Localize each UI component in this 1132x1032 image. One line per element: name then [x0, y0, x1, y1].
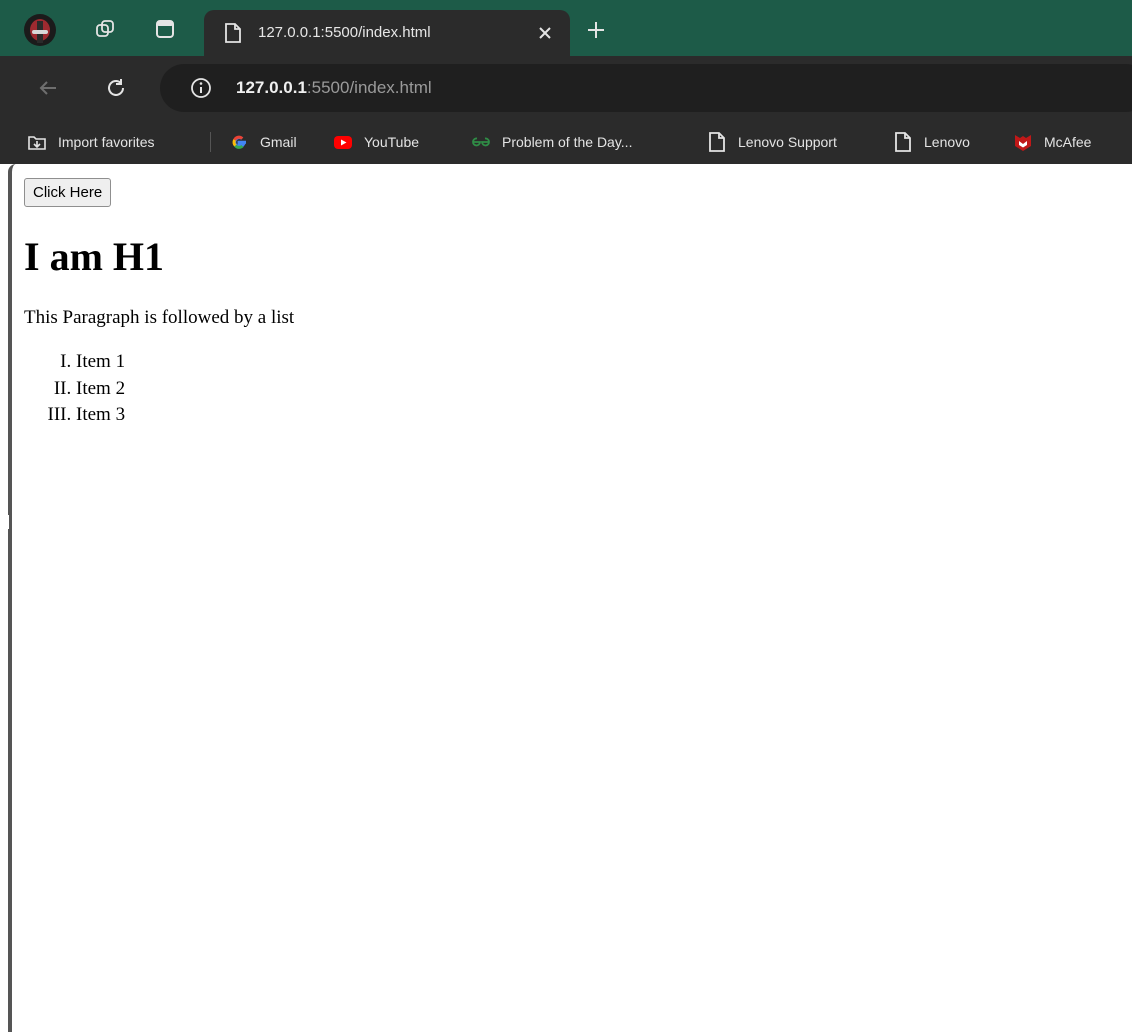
page-paragraph: This Paragraph is followed by a list [24, 307, 295, 328]
back-icon[interactable] [32, 72, 64, 104]
list-item: Item 3 [76, 402, 294, 429]
new-tab-icon[interactable] [580, 14, 612, 46]
bookmark-lenovo[interactable]: Lenovo [892, 130, 970, 154]
bookmark-label: Lenovo [924, 134, 970, 150]
browser-toolbar: 127.0.0.1:5500/index.html [0, 56, 1132, 120]
mcafee-icon [1015, 135, 1031, 151]
bookmark-gmail[interactable]: Gmail [228, 130, 297, 154]
address-bar[interactable]: 127.0.0.1:5500/index.html [160, 64, 1132, 112]
tab-actions-icon[interactable] [148, 12, 182, 46]
bookmark-youtube[interactable]: YouTube [332, 130, 419, 154]
workspaces-icon[interactable] [88, 12, 122, 46]
bookmark-label: Problem of the Day... [502, 134, 633, 150]
click-here-button[interactable]: Click Here [24, 178, 112, 207]
bookmarks-bar: Import favorites Gmail YouTube Problem o… [0, 120, 1132, 164]
list-item: Item 1 [76, 349, 294, 376]
gfg-icon [472, 137, 490, 147]
page-viewport: Click Here I am H1 This Paragraph is fol… [8, 164, 1132, 1032]
bookmark-label: Import favorites [58, 134, 155, 150]
bookmark-problem-of-the-day[interactable]: Problem of the Day... [470, 130, 632, 154]
page-heading: I am H1 [24, 234, 164, 279]
bookmark-label: Gmail [260, 134, 297, 150]
url-host: 127.0.0.1 [236, 78, 307, 97]
profile-avatar[interactable] [24, 14, 56, 46]
bookmark-label: McAfee [1044, 134, 1092, 150]
tab-title: 127.0.0.1:5500/index.html [258, 24, 431, 41]
google-icon [232, 135, 246, 149]
address-url: 127.0.0.1:5500/index.html [236, 78, 432, 98]
viewport-border-gap [0, 515, 9, 529]
bookmarks-divider [210, 132, 211, 152]
bookmark-lenovo-support[interactable]: Lenovo Support [706, 130, 837, 154]
page-icon [225, 23, 241, 43]
close-tab-icon[interactable] [534, 22, 556, 44]
bookmark-mcafee[interactable]: McAfee [1012, 130, 1091, 154]
bookmark-label: YouTube [364, 134, 420, 150]
page-content: Click Here I am H1 This Paragraph is fol… [24, 178, 294, 429]
bookmark-label: Lenovo Support [738, 134, 837, 150]
tab-strip: 127.0.0.1:5500/index.html [0, 0, 1132, 56]
url-path: :5500/index.html [306, 78, 432, 97]
refresh-icon[interactable] [100, 72, 132, 104]
bookmark-import-favorites[interactable]: Import favorites [26, 130, 154, 154]
page-icon [895, 132, 911, 152]
active-tab[interactable]: 127.0.0.1:5500/index.html [204, 10, 570, 56]
list-item: Item 2 [76, 376, 294, 403]
import-favorites-icon [28, 136, 46, 150]
site-info-icon[interactable] [190, 77, 212, 99]
page-list: Item 1 Item 2 Item 3 [24, 349, 294, 429]
page-icon [709, 132, 725, 152]
youtube-icon [334, 136, 352, 149]
